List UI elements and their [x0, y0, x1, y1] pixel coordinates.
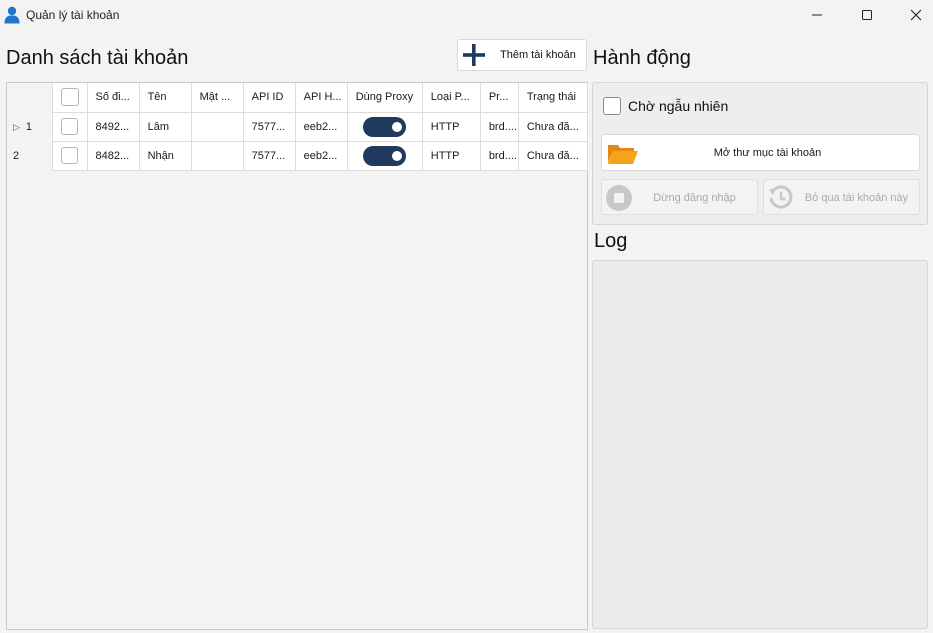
row-select-cell[interactable] — [52, 112, 88, 142]
row-header[interactable]: ▷ 1 — [7, 112, 53, 141]
cell-api-id[interactable]: 7577... — [243, 141, 296, 171]
column-header-status[interactable]: Trạng thái — [518, 83, 589, 113]
column-header-name[interactable]: Tên — [139, 83, 192, 113]
column-header-proxy-type[interactable]: Loại P... — [422, 83, 481, 113]
add-account-label: Thêm tài khoản — [500, 49, 576, 61]
use-proxy-toggle[interactable] — [363, 145, 407, 166]
column-header-password[interactable]: Mật ... — [191, 83, 244, 113]
cell-phone[interactable]: 8482... — [87, 141, 140, 171]
row-index: 1 — [25, 120, 33, 133]
log-heading: Log — [594, 230, 628, 252]
add-account-button[interactable]: Thêm tài khoản — [457, 39, 587, 71]
cell-api-hash[interactable]: eeb2... — [295, 112, 348, 142]
table-header-row: Số đi... Tên Mật ... API ID API H... Dùn… — [7, 83, 589, 113]
history-icon — [769, 185, 793, 209]
column-header-api-id[interactable]: API ID — [243, 83, 296, 113]
cell-api-hash[interactable]: eeb2... — [295, 141, 348, 171]
window-title: Quản lý tài khoản — [26, 8, 120, 22]
column-header-phone[interactable]: Số đi... — [87, 83, 140, 113]
cell-status[interactable]: Chưa đă... — [518, 141, 589, 171]
column-header-api-hash[interactable]: API H... — [295, 83, 348, 113]
cell-status[interactable]: Chưa đă... — [518, 112, 589, 142]
row-header[interactable]: 2 — [7, 141, 53, 170]
title-bar: Quản lý tài khoản — [0, 0, 933, 30]
close-icon — [910, 9, 922, 21]
cell-proxy-type[interactable]: HTTP — [422, 112, 481, 142]
row-select-checkbox[interactable] — [61, 118, 79, 135]
accounts-heading: Danh sách tài khoản — [6, 47, 189, 69]
cell-proxy[interactable]: brd.... — [480, 141, 519, 171]
cell-password[interactable] — [191, 141, 244, 171]
skip-account-button[interactable]: Bỏ qua tài khoản này — [763, 179, 920, 215]
table-row[interactable]: ▷ 1 8492... Lâm 7577... eeb2... HTTP brd.… — [7, 112, 589, 142]
close-button[interactable] — [892, 0, 933, 30]
actions-panel: Chờ ngẫu nhiên Mở thư mục tài khoản Dừng… — [592, 82, 928, 225]
skip-account-label: Bỏ qua tài khoản này — [804, 192, 909, 204]
actions-heading: Hành động — [593, 47, 691, 69]
current-row-arrow-icon: ▷ — [13, 121, 20, 132]
cell-use-proxy[interactable] — [347, 112, 423, 142]
random-wait-option[interactable]: Chờ ngẫu nhiên — [603, 97, 728, 115]
plus-icon — [463, 44, 485, 66]
column-header-proxy[interactable]: Pr... — [480, 83, 519, 113]
stop-login-label: Dừng đăng nhập — [653, 192, 736, 204]
cell-proxy[interactable]: brd.... — [480, 112, 519, 142]
cell-use-proxy[interactable] — [347, 141, 423, 171]
table-row[interactable]: 2 8482... Nhận 7577... eeb2... HTTP brd.… — [7, 141, 589, 171]
log-output[interactable] — [592, 260, 928, 629]
random-wait-label[interactable]: Chờ ngẫu nhiên — [628, 98, 728, 114]
row-header-corner — [7, 83, 53, 112]
cell-name[interactable]: Lâm — [139, 112, 192, 142]
minimize-button[interactable] — [793, 0, 841, 30]
row-index: 2 — [13, 149, 20, 162]
minimize-icon — [812, 14, 822, 16]
cell-proxy-type[interactable]: HTTP — [422, 141, 481, 171]
random-wait-checkbox[interactable] — [603, 97, 621, 115]
stop-login-button[interactable]: Dừng đăng nhập — [601, 179, 758, 215]
maximize-icon — [862, 10, 872, 20]
row-select-checkbox[interactable] — [61, 147, 79, 164]
use-proxy-toggle[interactable] — [363, 116, 407, 137]
select-all-cell[interactable] — [52, 83, 88, 113]
stop-icon — [606, 185, 632, 211]
cell-name[interactable]: Nhận — [139, 141, 192, 171]
open-account-folder-label: Mở thư mục tài khoản — [713, 147, 822, 159]
accounts-table[interactable]: Số đi... Tên Mật ... API ID API H... Dùn… — [6, 82, 589, 630]
maximize-button[interactable] — [843, 0, 891, 30]
cell-password[interactable] — [191, 112, 244, 142]
row-select-cell[interactable] — [52, 141, 88, 171]
cell-phone[interactable]: 8492... — [87, 112, 140, 142]
select-all-checkbox[interactable] — [60, 88, 79, 107]
user-icon — [4, 6, 20, 24]
open-account-folder-button[interactable]: Mở thư mục tài khoản — [601, 134, 920, 171]
cell-api-id[interactable]: 7577... — [243, 112, 296, 142]
column-header-use-proxy[interactable]: Dùng Proxy — [347, 83, 423, 113]
